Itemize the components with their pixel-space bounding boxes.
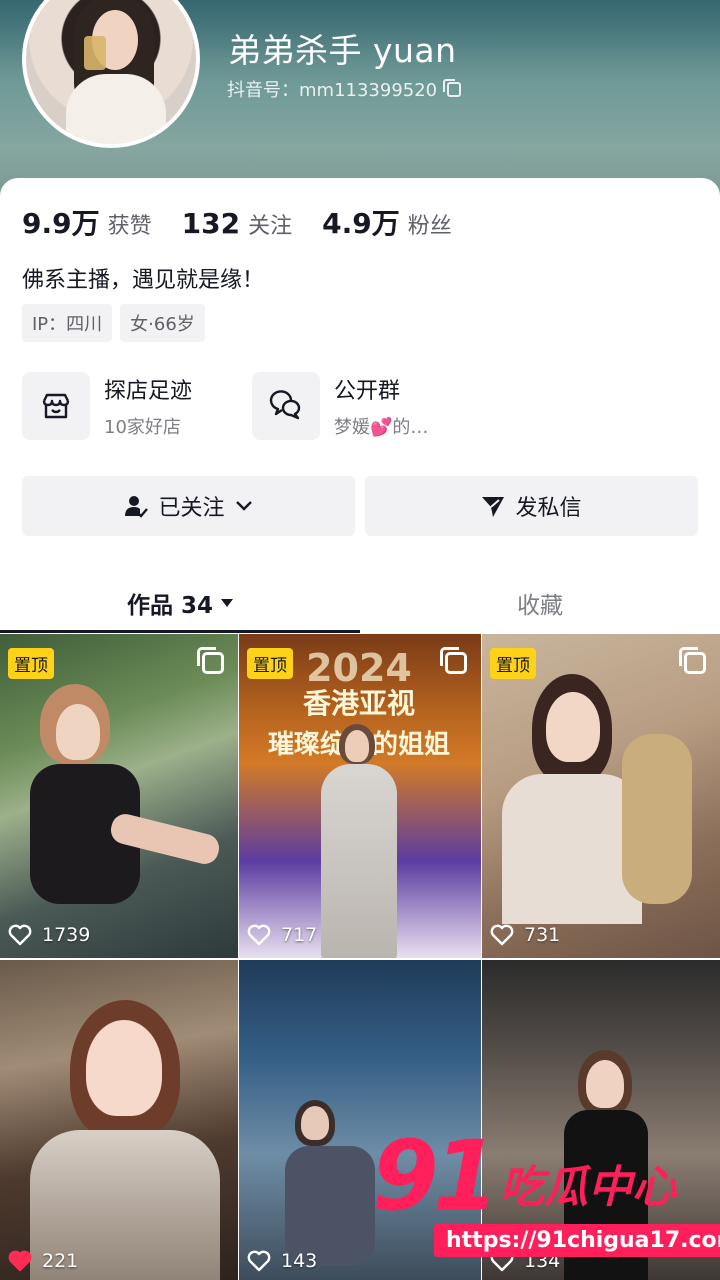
tab-works-label: 作品 34 [126, 593, 213, 619]
like-count: 717 [247, 924, 317, 946]
tab-favorites-label: 收藏 [517, 593, 563, 619]
heart-outline-icon [247, 924, 271, 946]
stat-following[interactable]: 132 关注 [182, 207, 292, 240]
user-check-icon [125, 496, 149, 518]
stat-number: 9.9万 [22, 207, 100, 240]
feature-public-group[interactable]: 公开群 梦媛💕的… [252, 372, 452, 440]
tag-gender-age: 女·66岁 [120, 304, 205, 342]
profile-tags: IP：四川 女·66岁 [22, 304, 205, 342]
like-count: 731 [490, 924, 560, 946]
followed-label: 已关注 [158, 496, 225, 521]
stat-likes[interactable]: 9.9万 获赞 [22, 202, 152, 242]
content-tabs: 作品 34 收藏 [0, 574, 720, 632]
message-label: 发私信 [515, 496, 582, 521]
tab-works[interactable]: 作品 34 [0, 574, 360, 632]
heart-outline-icon [490, 924, 514, 946]
douyin-id-text: 抖音号：mm113399520 [227, 80, 438, 101]
copy-icon[interactable] [443, 78, 462, 97]
profile-name: 弟弟杀手 yuan [228, 31, 457, 70]
pinned-badge: 置顶 [247, 648, 293, 679]
feature-title: 公开群 [334, 379, 401, 404]
stat-label: 获赞 [107, 214, 152, 239]
stat-followers[interactable]: 4.9万 粉丝 [322, 202, 452, 242]
feature-subtitle: 10家好店 [104, 417, 181, 438]
stat-number: 4.9万 [322, 207, 400, 240]
like-count-text: 143 [281, 1250, 318, 1272]
feature-store-visits[interactable]: 探店足迹 10家好店 [22, 372, 222, 440]
store-icon [22, 372, 90, 440]
multi-image-icon [440, 647, 467, 674]
watermark-text: 吃瓜中心 [500, 1162, 676, 1213]
stat-label: 粉丝 [407, 214, 452, 239]
tab-favorites[interactable]: 收藏 [360, 574, 720, 632]
like-count-text: 1739 [42, 924, 91, 946]
feature-entries: 探店足迹 10家好店 公开群 梦媛💕的… [22, 372, 452, 440]
watermark-number: 91 [372, 1120, 500, 1232]
tab-indicator [0, 630, 360, 633]
like-count: 143 [247, 1250, 317, 1272]
heart-outline-icon [8, 924, 32, 946]
multi-image-icon [197, 647, 224, 674]
multi-image-icon [679, 647, 706, 674]
feature-subtitle: 梦媛💕的… [334, 417, 429, 438]
action-buttons: 已关注 发私信 [22, 476, 698, 536]
chevron-down-icon [235, 501, 252, 511]
tag-ip: IP：四川 [22, 304, 113, 342]
send-icon [482, 497, 505, 517]
video-thumbnail[interactable]: 置顶 1739 [0, 634, 238, 958]
video-thumbnail[interactable]: 221 [0, 960, 238, 1280]
pinned-badge: 置顶 [8, 648, 54, 679]
watermark: 91 吃瓜中心 https://91chigua17.com [372, 1120, 720, 1268]
like-count-text: 717 [281, 924, 318, 946]
stat-number: 132 [181, 207, 241, 240]
heart-outline-icon [247, 1250, 271, 1272]
feature-title: 探店足迹 [104, 379, 193, 404]
watermark-url: https://91chigua17.com [434, 1224, 720, 1257]
group-chat-icon [252, 372, 320, 440]
video-thumbnail[interactable]: 2024 香港亚视 璀璨绽放的姐姐 置顶 717 [239, 634, 481, 958]
message-button[interactable]: 发私信 [365, 476, 698, 536]
profile-card: 9.9万 获赞 132 关注 4.9万 粉丝 佛系主播，遇见就是缘！ IP：四川… [0, 178, 720, 1280]
profile-page: 弟弟杀手 yuan 抖音号：mm113399520 9.9万 获赞 132 关注… [0, 0, 720, 1280]
like-count: 221 [8, 1250, 78, 1272]
bio-text: 佛系主播，遇见就是缘！ [22, 268, 265, 293]
like-count: 1739 [8, 924, 90, 946]
douyin-id[interactable]: 抖音号：mm113399520 [227, 76, 462, 102]
video-thumbnail[interactable]: 置顶 731 [482, 634, 720, 958]
like-count-text: 731 [524, 924, 561, 946]
caret-down-icon [221, 599, 233, 607]
followed-button[interactable]: 已关注 [22, 476, 355, 536]
heart-filled-icon [8, 1250, 32, 1272]
stats-row: 9.9万 获赞 132 关注 4.9万 粉丝 [22, 202, 482, 242]
like-count-text: 221 [42, 1250, 79, 1272]
pinned-badge: 置顶 [490, 648, 536, 679]
stat-label: 关注 [248, 214, 293, 239]
